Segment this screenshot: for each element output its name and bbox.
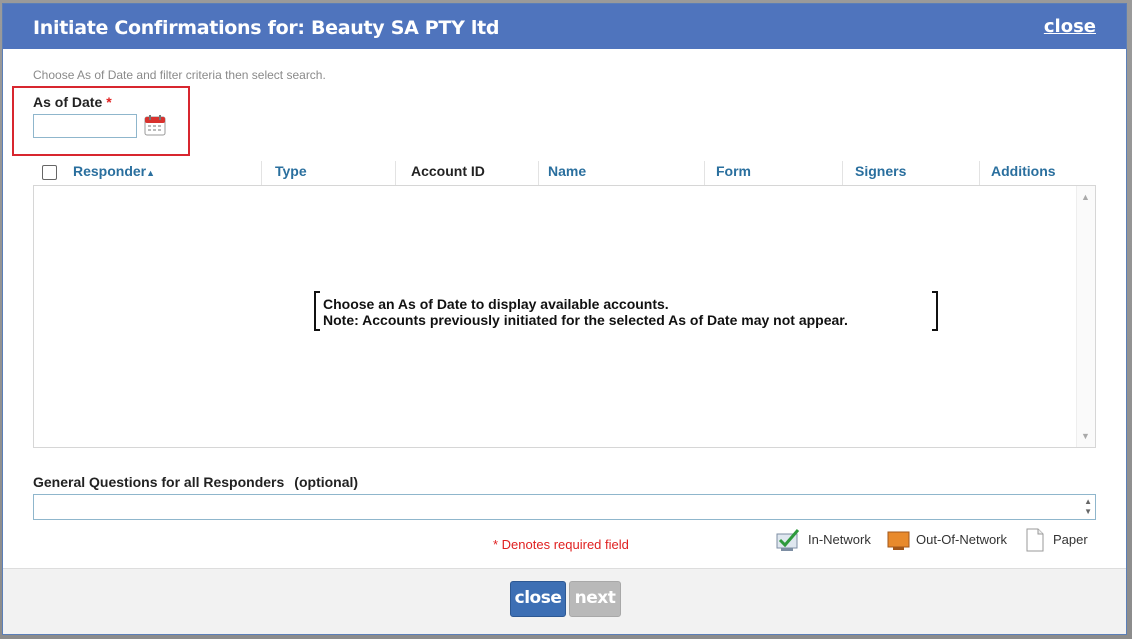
column-type[interactable]: Type bbox=[275, 163, 307, 179]
select-all-checkbox[interactable] bbox=[42, 165, 57, 180]
scroll-up-arrow-icon[interactable]: ▲ bbox=[1081, 192, 1090, 202]
general-questions-label-text: General Questions for all Responders bbox=[33, 474, 285, 490]
column-divider bbox=[704, 161, 705, 187]
as-of-date-label-text: As of Date bbox=[33, 94, 103, 110]
column-divider bbox=[395, 161, 396, 187]
empty-message-line2: Note: Accounts previously initiated for … bbox=[323, 312, 848, 328]
empty-message-line1: Choose an As of Date to display availabl… bbox=[323, 296, 669, 312]
table-header: Responder▲ Type Account ID Name Form Sig… bbox=[33, 159, 1097, 187]
column-name[interactable]: Name bbox=[548, 163, 586, 179]
paper-icon bbox=[1026, 528, 1044, 552]
instruction-text: Choose As of Date and filter criteria th… bbox=[33, 68, 326, 82]
grid-scrollbar[interactable]: ▲ ▼ bbox=[1076, 186, 1095, 447]
column-divider bbox=[842, 161, 843, 187]
column-divider bbox=[538, 161, 539, 187]
close-link[interactable]: close bbox=[1044, 16, 1096, 37]
in-network-icon bbox=[776, 529, 800, 551]
dialog-title: Initiate Confirmations for: Beauty SA PT… bbox=[33, 17, 500, 39]
calendar-icon[interactable] bbox=[144, 114, 166, 136]
scroll-down-arrow-icon[interactable]: ▼ bbox=[1081, 431, 1090, 441]
column-signers[interactable]: Signers bbox=[855, 163, 906, 179]
as-of-date-input[interactable] bbox=[33, 114, 137, 138]
column-additions[interactable]: Additions bbox=[991, 163, 1056, 179]
column-responder[interactable]: Responder▲ bbox=[73, 163, 155, 179]
sort-ascending-icon: ▲ bbox=[146, 168, 156, 178]
general-questions-input[interactable]: ▲ ▼ bbox=[33, 494, 1096, 520]
out-of-network-icon bbox=[887, 531, 910, 550]
out-of-network-label: Out-Of-Network bbox=[916, 532, 1008, 547]
paper-label: Paper bbox=[1053, 532, 1088, 547]
accounts-grid: ▲ ▼ Choose an As of Date to display avai… bbox=[33, 185, 1096, 448]
initiate-confirmations-dialog: Initiate Confirmations for: Beauty SA PT… bbox=[2, 3, 1127, 635]
column-divider bbox=[979, 161, 980, 187]
bracket-left bbox=[314, 291, 320, 331]
column-form[interactable]: Form bbox=[716, 163, 751, 179]
as-of-date-label: As of Date * bbox=[33, 94, 112, 110]
empty-state-message: Choose an As of Date to display availabl… bbox=[314, 291, 938, 333]
next-button[interactable]: next bbox=[569, 581, 621, 617]
column-divider bbox=[261, 161, 262, 187]
optional-label: (optional) bbox=[294, 474, 359, 490]
general-questions-label: General Questions for all Responders (opt… bbox=[33, 474, 358, 490]
dialog-title-bar: Initiate Confirmations for: Beauty SA PT… bbox=[3, 4, 1126, 49]
required-field-note: * Denotes required field bbox=[493, 537, 629, 552]
dialog-footer: close next bbox=[3, 568, 1126, 634]
close-button[interactable]: close bbox=[510, 581, 566, 617]
spinner-icon[interactable]: ▲ ▼ bbox=[1084, 497, 1092, 517]
column-account-id: Account ID bbox=[411, 163, 485, 179]
bracket-right bbox=[932, 291, 938, 331]
required-asterisk: * bbox=[106, 94, 112, 110]
in-network-label: In-Network bbox=[808, 532, 871, 547]
column-responder-label: Responder bbox=[73, 163, 147, 179]
